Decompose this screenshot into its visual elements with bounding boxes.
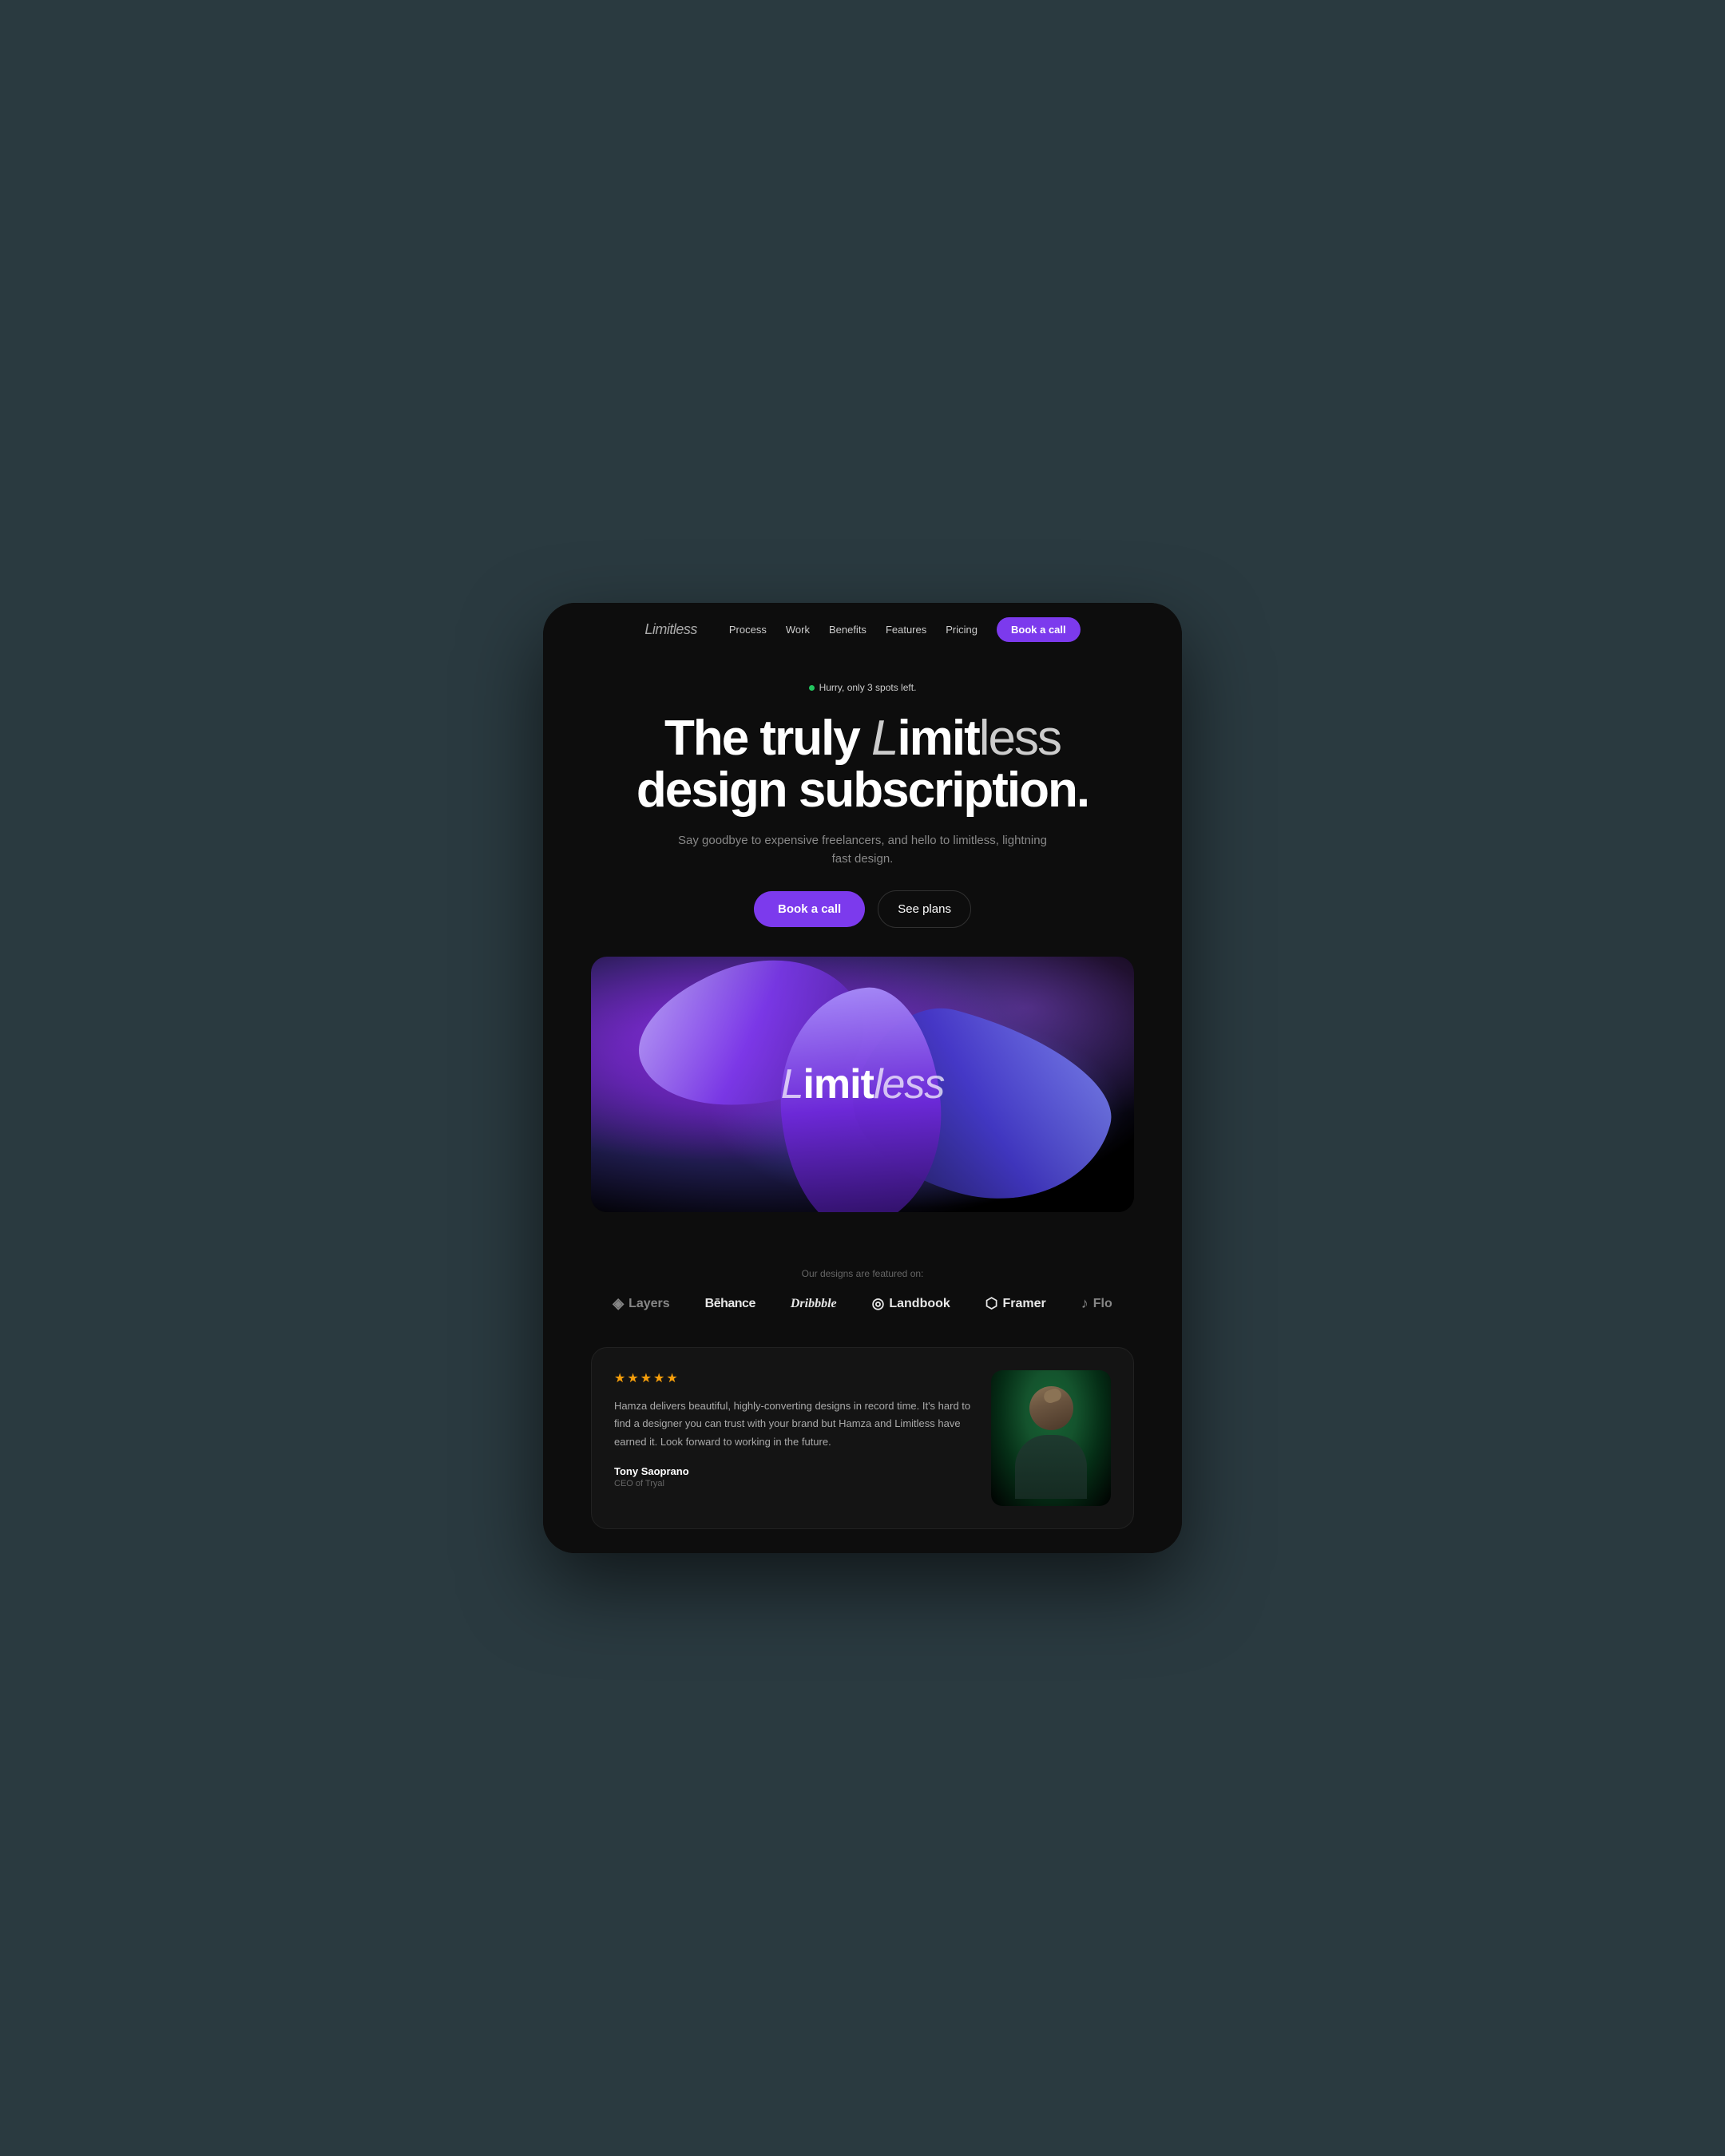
avatar-hand — [1041, 1387, 1062, 1405]
framer-label: Framer — [1003, 1297, 1046, 1311]
behance-label: Bēhance — [705, 1297, 755, 1311]
testimonial-avatar — [991, 1370, 1111, 1506]
navigation: Limitless Process Work Benefits Features… — [543, 603, 1182, 656]
hero-section: Hurry, only 3 spots left. The truly Limi… — [543, 656, 1182, 1245]
flo-label: Flo — [1093, 1297, 1112, 1311]
testimonial-content: ★★★★★ Hamza delivers beautiful, highly-c… — [614, 1370, 972, 1488]
hero-title-line1: The truly Limitless — [664, 711, 1061, 766]
device-frame: Limitless Process Work Benefits Features… — [543, 603, 1182, 1554]
urgency-text: Hurry, only 3 spots left. — [819, 682, 917, 693]
logo-dribbble: Dribbble — [773, 1297, 855, 1311]
flo-icon: ♪ — [1081, 1295, 1089, 1312]
hero-title-brand-light: less — [979, 711, 1061, 766]
nav-link-features[interactable]: Features — [886, 624, 926, 636]
avatar-head — [1029, 1386, 1073, 1430]
hero-see-plans-button[interactable]: See plans — [878, 890, 971, 928]
hero-title-brand-italic: L — [871, 711, 897, 766]
nav-link-benefits[interactable]: Benefits — [829, 624, 866, 636]
logo-landbook: ◎ Landbook — [855, 1295, 968, 1312]
brand-bold: imit — [803, 1061, 873, 1108]
hero-title-brand-bold: imit — [898, 711, 979, 766]
urgency-badge: Hurry, only 3 spots left. — [809, 682, 917, 693]
website-content: Limitless Process Work Benefits Features… — [543, 603, 1182, 1554]
landbook-label: Landbook — [889, 1297, 950, 1311]
testimonial-stars: ★★★★★ — [614, 1370, 972, 1386]
brand-light: less — [874, 1061, 944, 1108]
logo-framer: ⬡ Framer — [968, 1295, 1064, 1312]
nav-link-process[interactable]: Process — [729, 624, 767, 636]
hero-brand-text: Limitless — [781, 1060, 945, 1108]
layers-label: Layers — [629, 1297, 670, 1311]
hero-image-background: Limitless — [591, 957, 1134, 1212]
nav-link-work[interactable]: Work — [786, 624, 810, 636]
brand-italic: L — [781, 1061, 803, 1108]
nav-book-call-button[interactable]: Book a call — [997, 617, 1081, 642]
avatar-body — [1015, 1435, 1087, 1499]
logo-italic: less — [673, 621, 697, 637]
landbook-icon: ◎ — [872, 1295, 885, 1312]
logo: Limitless — [644, 621, 697, 638]
testimonial-card: ★★★★★ Hamza delivers beautiful, highly-c… — [591, 1347, 1134, 1529]
framer-icon: ⬡ — [985, 1295, 998, 1312]
hero-actions: Book a call See plans — [575, 890, 1150, 928]
hero-subtitle: Say goodbye to expensive freelancers, an… — [671, 832, 1054, 868]
nav-link-pricing[interactable]: Pricing — [946, 624, 978, 636]
featured-section: Our designs are featured on: ◈ Layers Bē… — [543, 1244, 1182, 1328]
nav-links: Process Work Benefits Features Pricing B… — [729, 617, 1081, 642]
logos-row: ◈ Layers Bēhance Dribbble ◎ Landbook ⬡ F… — [559, 1295, 1166, 1312]
dribbble-label: Dribbble — [791, 1297, 837, 1311]
hero-book-call-button[interactable]: Book a call — [754, 891, 865, 927]
testimonial-author-title: CEO of Tryal — [614, 1479, 972, 1488]
testimonial-text: Hamza delivers beautiful, highly-convert… — [614, 1397, 972, 1450]
hero-title-line2: design subscription. — [636, 763, 1089, 818]
layers-icon: ◈ — [613, 1295, 624, 1312]
logo-layers: ◈ Layers — [595, 1295, 687, 1312]
featured-label: Our designs are featured on: — [559, 1268, 1166, 1279]
urgency-dot — [809, 685, 815, 691]
logo-behance: Bēhance — [688, 1297, 773, 1311]
logo-flo: ♪ Flo — [1064, 1295, 1130, 1312]
testimonial-author-name: Tony Saoprano — [614, 1465, 972, 1477]
hero-title-plain: The truly — [664, 711, 871, 766]
hero-image: Limitless — [591, 957, 1134, 1212]
hero-title: The truly Limitless design subscription. — [575, 712, 1150, 816]
testimonial-section: ★★★★★ Hamza delivers beautiful, highly-c… — [543, 1328, 1182, 1553]
nav-inner: Limitless Process Work Benefits Features… — [644, 617, 1080, 642]
avatar-person — [1007, 1386, 1095, 1506]
logo-bold: Limit — [644, 621, 673, 637]
